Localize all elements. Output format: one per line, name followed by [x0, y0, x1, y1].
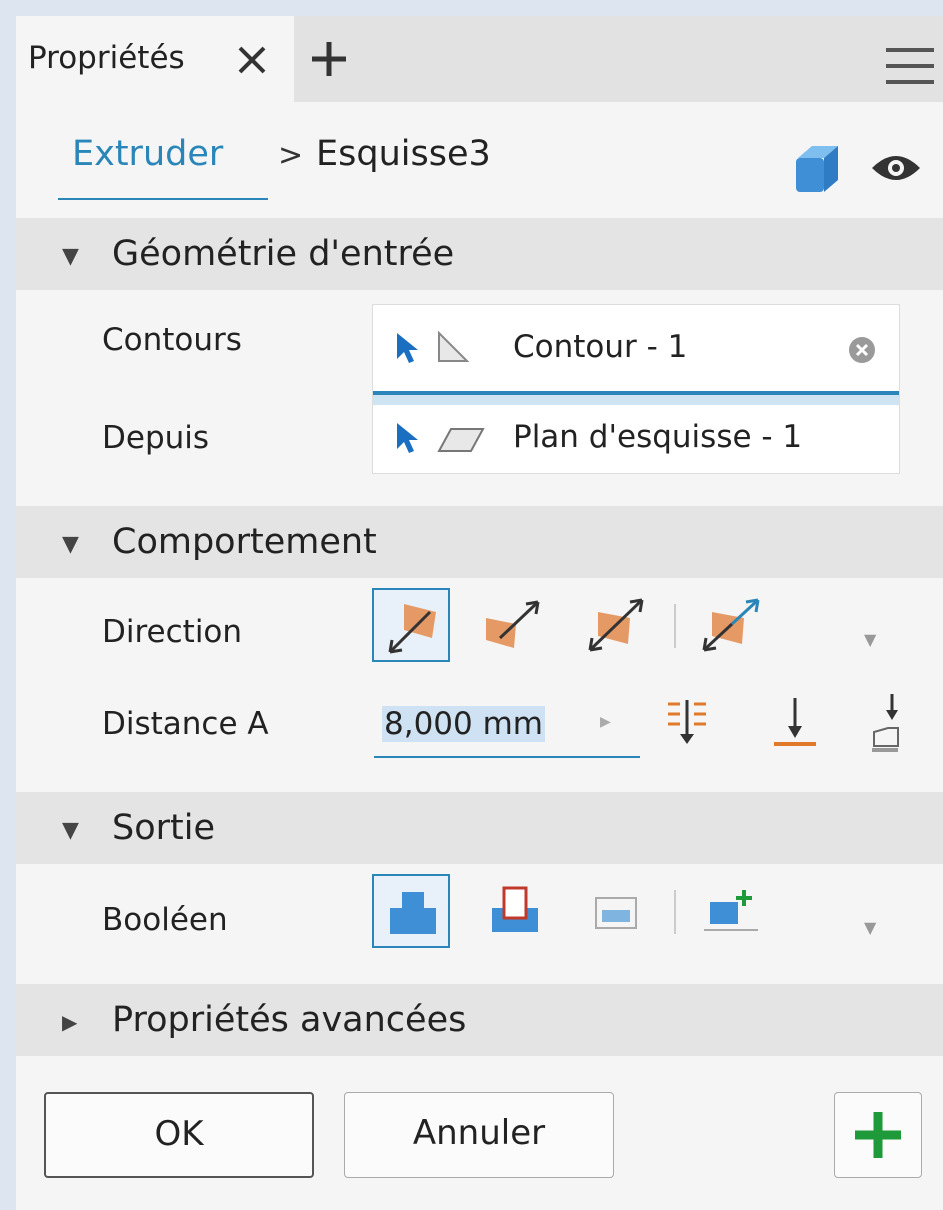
distance-underline	[374, 756, 640, 758]
selection-fields: Contour - 1 Plan d'esquisse - 1	[372, 304, 900, 474]
intersect-icon	[595, 897, 637, 929]
section-title: Sortie	[112, 808, 216, 848]
window-edge-top	[0, 0, 943, 16]
plane-icon	[437, 428, 485, 452]
direction-asymmetric-icon	[702, 598, 760, 652]
breadcrumb-sketch: Esquisse3	[316, 134, 491, 174]
properties-window: Propriétés Extruder > Esquisse3 ▼ Géomét…	[0, 0, 943, 1210]
boolean-label: Booléen	[102, 902, 228, 938]
add-icon	[855, 1112, 901, 1158]
distance-menu-arrow-icon[interactable]: ▶	[600, 714, 611, 730]
from-field[interactable]: Plan d'esquisse - 1	[373, 405, 899, 473]
collapse-arrow-icon: ▼	[62, 532, 79, 557]
cancel-label: Annuler	[412, 1113, 546, 1153]
expand-arrow-icon: ▶	[62, 1010, 78, 1034]
new-solid-button[interactable]	[692, 874, 770, 948]
cut-icon	[492, 886, 538, 932]
section-title: Propriétés avancées	[112, 1000, 467, 1040]
plus-icon[interactable]	[306, 36, 352, 82]
tab-bar: Propriétés	[16, 16, 943, 102]
ok-label: OK	[154, 1114, 204, 1154]
direction-default-icon	[388, 604, 436, 654]
collapse-arrow-icon: ▼	[62, 818, 79, 843]
cursor-arrow-icon	[397, 333, 418, 363]
close-icon[interactable]	[230, 38, 274, 82]
contours-label: Contours	[102, 322, 242, 358]
menu-icon[interactable]	[884, 46, 936, 86]
contours-value: Contour - 1	[513, 329, 688, 365]
boolean-cut-button[interactable]	[476, 874, 554, 948]
breadcrumb-feature-link[interactable]: Extruder	[72, 134, 223, 174]
breadcrumb-underline	[58, 198, 268, 200]
boolean-dropdown-arrow-icon[interactable]: ▼	[864, 918, 876, 937]
collapse-arrow-icon: ▼	[62, 244, 79, 269]
distance-input[interactable]: 8,000 mm ▶	[374, 692, 640, 758]
cancel-button[interactable]: Annuler	[344, 1092, 614, 1178]
solid-body-icon[interactable]	[792, 142, 842, 194]
tab-properties[interactable]: Propriétés	[16, 16, 294, 102]
distance-value: 8,000 mm	[382, 706, 545, 742]
section-title: Géométrie d'entrée	[112, 234, 455, 274]
eye-icon[interactable]	[870, 150, 922, 186]
properties-panel: Propriétés Extruder > Esquisse3 ▼ Géomét…	[16, 16, 943, 1210]
profile-icon	[438, 330, 470, 362]
boolean-intersect-button[interactable]	[578, 874, 656, 948]
cursor-arrow-icon	[397, 423, 418, 453]
from-label: Depuis	[102, 420, 210, 456]
distance-label: Distance A	[102, 706, 269, 742]
from-value: Plan d'esquisse - 1	[513, 419, 803, 455]
section-behavior-header[interactable]: ▼ Comportement	[16, 506, 943, 578]
direction-symmetric-button[interactable]	[578, 588, 656, 662]
section-advanced-header[interactable]: ▶ Propriétés avancées	[16, 984, 943, 1056]
apply-add-button[interactable]	[834, 1092, 922, 1178]
clear-icon[interactable]	[847, 335, 877, 365]
section-input-geometry-header[interactable]: ▼ Géométrie d'entrée	[16, 218, 943, 290]
direction-asymmetric-button[interactable]	[692, 588, 770, 662]
active-field-highlight	[373, 395, 899, 405]
extent-to-icon[interactable]	[768, 694, 822, 758]
section-output-header[interactable]: ▼ Sortie	[16, 792, 943, 864]
section-title: Comportement	[112, 522, 377, 562]
direction-symmetric-icon	[588, 598, 644, 652]
extent-between-icon[interactable]	[870, 692, 900, 758]
window-edge-left	[0, 0, 16, 1210]
breadcrumb-separator: >	[278, 138, 304, 173]
toolbar-separator	[674, 890, 676, 934]
direction-flipped-icon	[486, 600, 540, 648]
new-solid-icon	[704, 890, 758, 931]
ok-button[interactable]: OK	[44, 1092, 314, 1178]
toolbar-separator	[674, 604, 676, 648]
boolean-join-button[interactable]	[372, 874, 450, 948]
tab-label: Propriétés	[28, 40, 185, 76]
direction-label: Direction	[102, 614, 243, 650]
contours-field[interactable]: Contour - 1	[373, 305, 899, 391]
direction-flipped-button[interactable]	[476, 588, 554, 662]
direction-default-button[interactable]	[372, 588, 450, 662]
direction-dropdown-arrow-icon[interactable]: ▼	[864, 630, 876, 649]
join-icon	[390, 892, 436, 934]
distance-type-icon[interactable]	[664, 696, 710, 752]
